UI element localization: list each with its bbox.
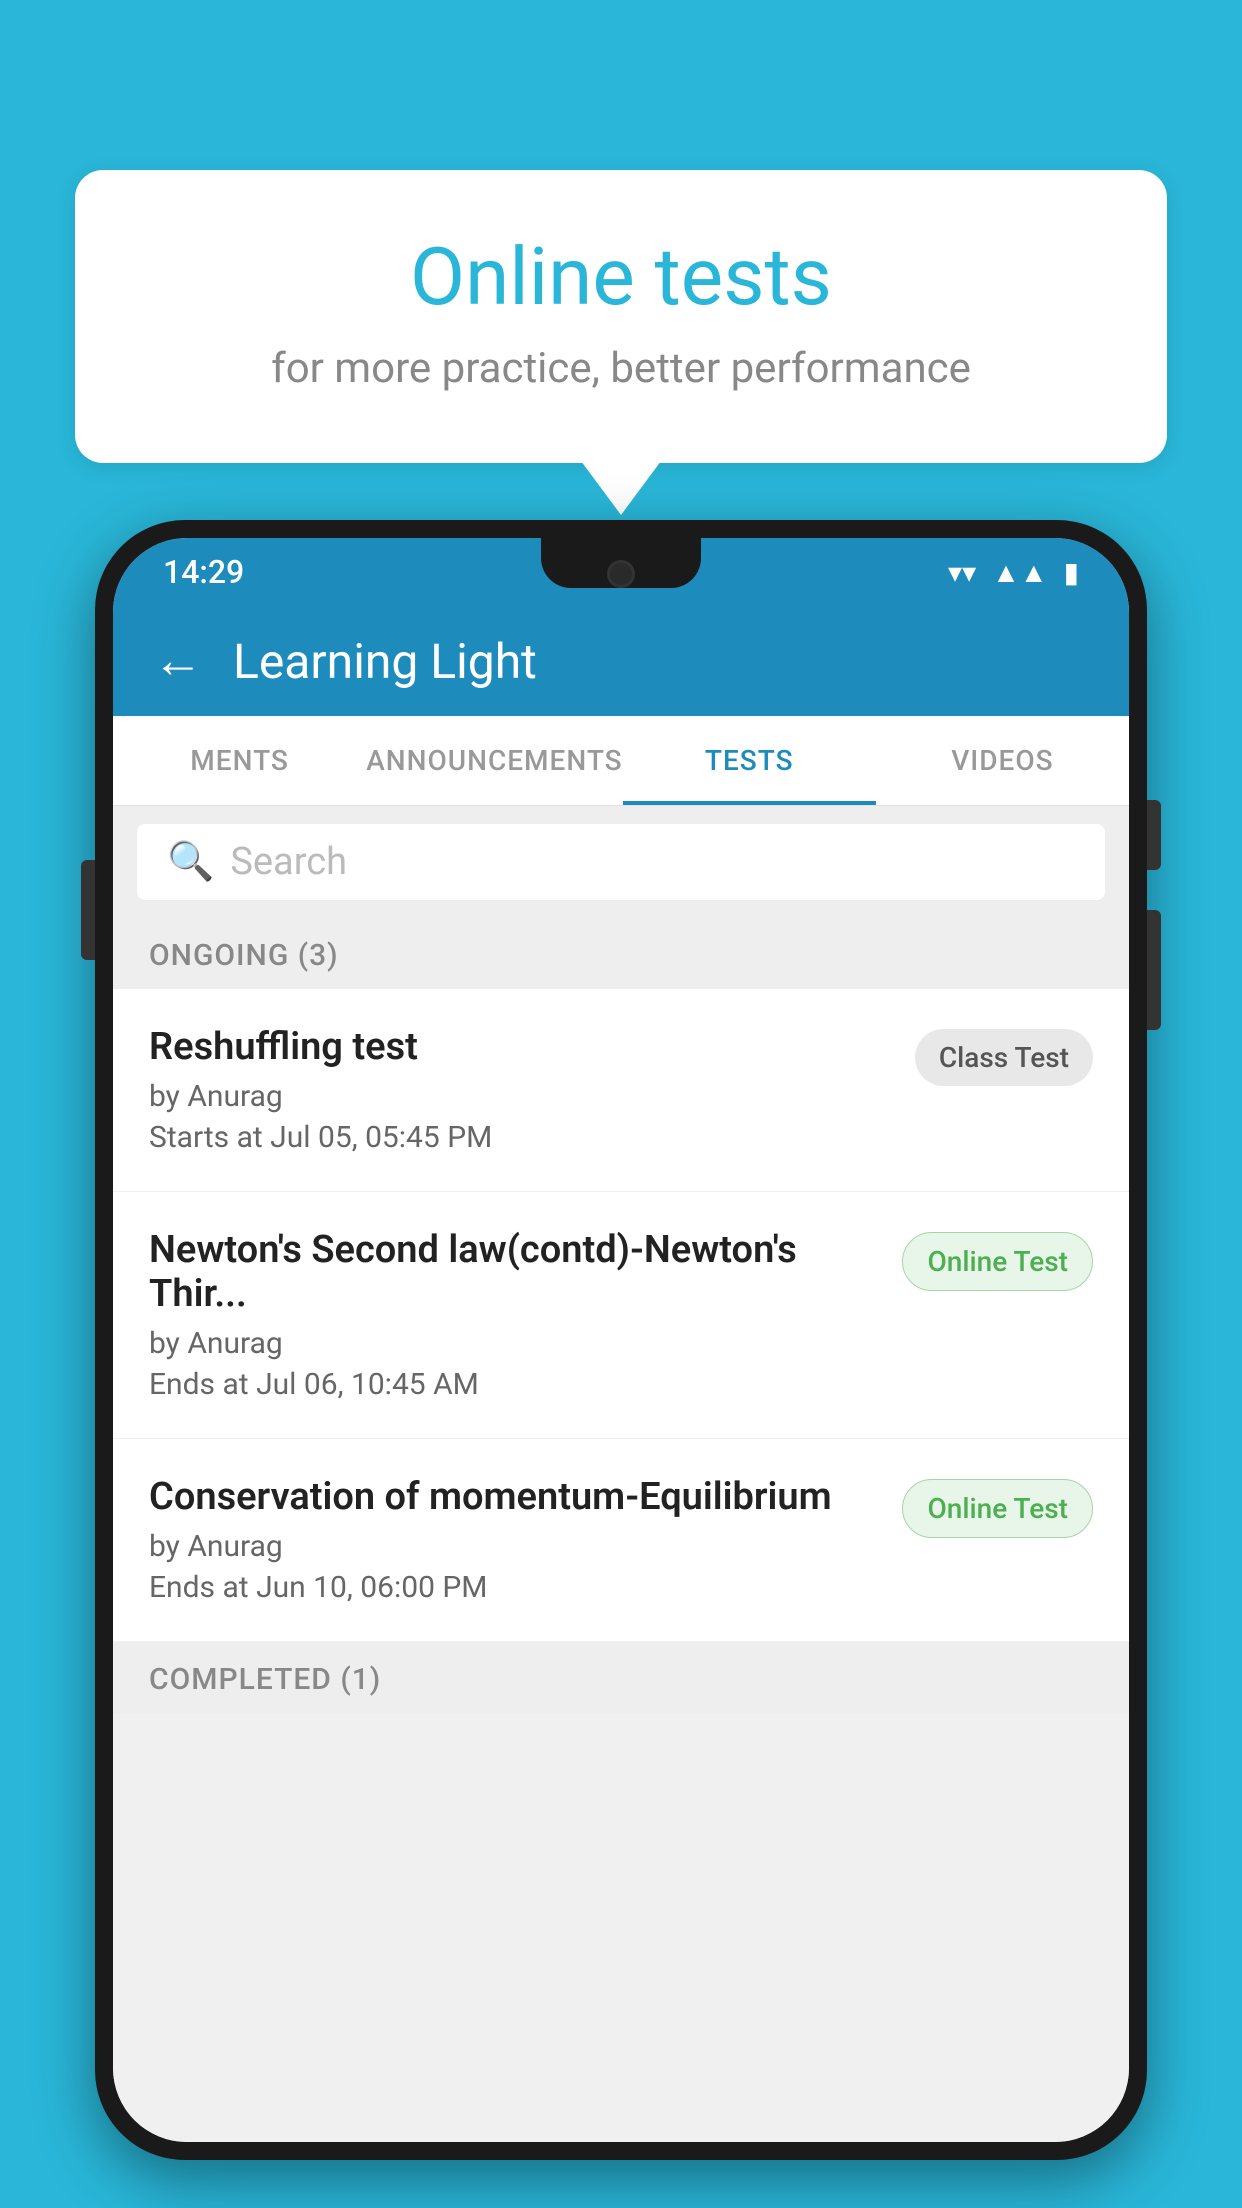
test-badge-online-test: Online Test — [902, 1232, 1093, 1291]
front-camera — [607, 560, 635, 588]
search-input[interactable]: Search — [230, 840, 347, 884]
search-box[interactable]: 🔍 Search — [137, 824, 1105, 900]
back-button[interactable]: ← — [153, 636, 203, 686]
signal-icon: ▲▲ — [992, 556, 1047, 589]
test-item[interactable]: Conservation of momentum-Equilibrium by … — [113, 1439, 1129, 1642]
completed-section-header: COMPLETED (1) — [113, 1642, 1129, 1713]
test-author: by Anurag — [149, 1326, 882, 1361]
battery-icon: ▮ — [1064, 556, 1079, 589]
tabs-bar: MENTS ANNOUNCEMENTS TESTS VIDEOS — [113, 716, 1129, 806]
app-title: Learning Light — [233, 633, 537, 690]
test-badge-class-test: Class Test — [915, 1029, 1093, 1086]
test-info: Newton's Second law(contd)-Newton's Thir… — [149, 1228, 882, 1402]
test-name: Conservation of momentum-Equilibrium — [149, 1475, 882, 1519]
phone-screen: 14:29 ▾▾ ▲▲ ▮ ← Learning Light MENTS ANN… — [113, 538, 1129, 2142]
power-button — [1147, 800, 1161, 870]
test-item[interactable]: Reshuffling test by Anurag Starts at Jul… — [113, 989, 1129, 1192]
test-badge-online-test-2: Online Test — [902, 1479, 1093, 1538]
status-icons: ▾▾ ▲▲ ▮ — [948, 556, 1079, 589]
test-time: Ends at Jun 10, 06:00 PM — [149, 1570, 882, 1605]
tab-videos[interactable]: VIDEOS — [876, 716, 1129, 805]
volume-down-button — [1147, 910, 1161, 1030]
test-time: Ends at Jul 06, 10:45 AM — [149, 1367, 882, 1402]
phone-notch — [541, 538, 701, 588]
wifi-icon: ▾▾ — [948, 556, 976, 589]
search-icon: 🔍 — [167, 840, 214, 884]
test-author: by Anurag — [149, 1529, 882, 1564]
test-time: Starts at Jul 05, 05:45 PM — [149, 1120, 895, 1155]
promo-title: Online tests — [155, 230, 1087, 324]
promo-card: Online tests for more practice, better p… — [75, 170, 1167, 463]
test-info: Conservation of momentum-Equilibrium by … — [149, 1475, 882, 1605]
content-area: ONGOING (3) Reshuffling test by Anurag S… — [113, 918, 1129, 2142]
test-name: Newton's Second law(contd)-Newton's Thir… — [149, 1228, 882, 1316]
tab-tests[interactable]: TESTS — [623, 716, 876, 805]
tab-announcements[interactable]: ANNOUNCEMENTS — [366, 716, 622, 805]
phone-frame: 14:29 ▾▾ ▲▲ ▮ ← Learning Light MENTS ANN… — [95, 520, 1147, 2160]
status-time: 14:29 — [163, 553, 244, 591]
tab-ments[interactable]: MENTS — [113, 716, 366, 805]
test-name: Reshuffling test — [149, 1025, 895, 1069]
volume-button — [81, 860, 95, 960]
test-item[interactable]: Newton's Second law(contd)-Newton's Thir… — [113, 1192, 1129, 1439]
phone-container: 14:29 ▾▾ ▲▲ ▮ ← Learning Light MENTS ANN… — [95, 520, 1147, 2208]
test-author: by Anurag — [149, 1079, 895, 1114]
app-header: ← Learning Light — [113, 606, 1129, 716]
search-container: 🔍 Search — [113, 806, 1129, 918]
ongoing-section-header: ONGOING (3) — [113, 918, 1129, 989]
promo-subtitle: for more practice, better performance — [155, 344, 1087, 393]
test-info: Reshuffling test by Anurag Starts at Jul… — [149, 1025, 895, 1155]
